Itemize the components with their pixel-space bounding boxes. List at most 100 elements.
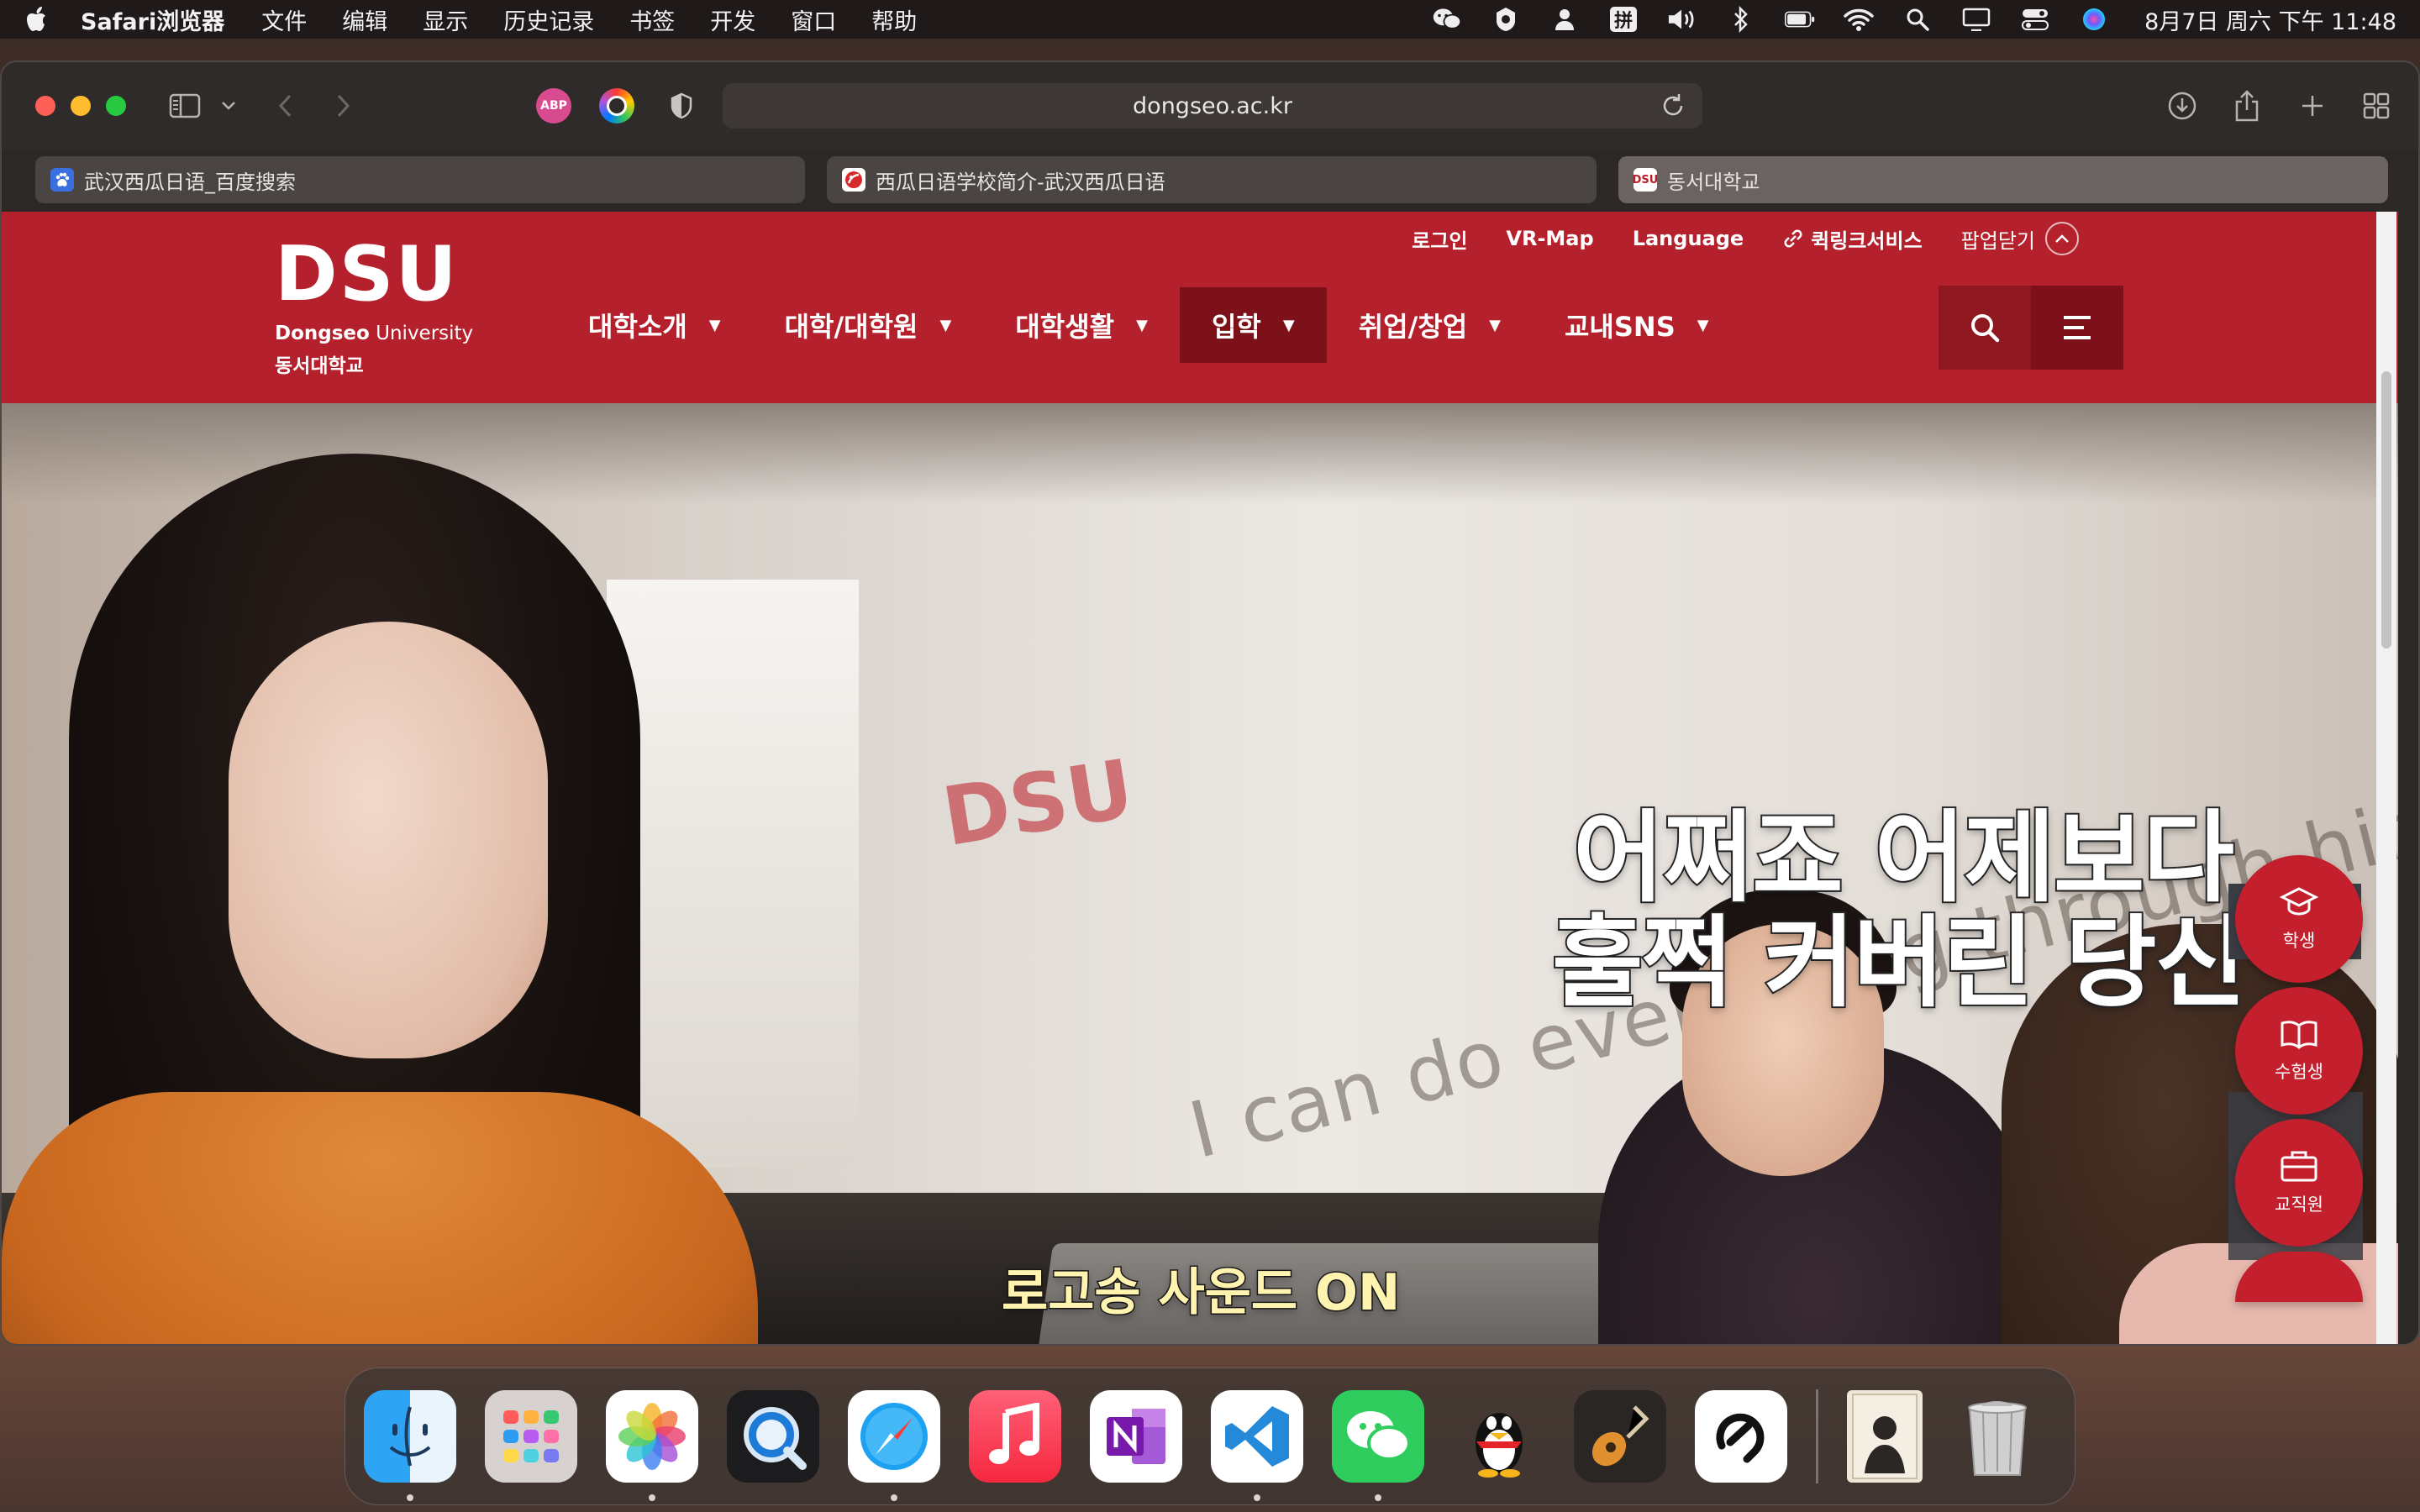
- dock-separator: [1816, 1389, 1818, 1483]
- display-icon[interactable]: [1961, 6, 1991, 33]
- window-controls: [35, 96, 126, 116]
- sidebar-toggle-icon[interactable]: [166, 87, 203, 124]
- close-window-button[interactable]: [35, 96, 55, 116]
- menu-view[interactable]: 显示: [423, 3, 468, 36]
- tab-dongseo[interactable]: DSU 동서대학교: [1618, 156, 2388, 203]
- wechat-app-icon: [1347, 1411, 1411, 1461]
- dock-onenote[interactable]: [1090, 1390, 1182, 1483]
- scrollbar-thumb[interactable]: [2381, 371, 2391, 648]
- trash-icon: [1968, 1401, 2027, 1476]
- dock-music[interactable]: [969, 1390, 1061, 1483]
- quick-student-button[interactable]: 학생: [2235, 855, 2363, 983]
- dock-trash[interactable]: [1951, 1390, 2044, 1483]
- volume-icon[interactable]: [1667, 6, 1697, 33]
- menu-bookmarks[interactable]: 书签: [629, 3, 675, 36]
- nav-item-career[interactable]: 취업/창업 ▼: [1327, 287, 1533, 363]
- bluetooth-icon[interactable]: [1726, 6, 1756, 33]
- dock-photos[interactable]: [606, 1390, 698, 1501]
- wifi-icon[interactable]: [1844, 6, 1874, 33]
- vr-map-link[interactable]: VR-Map: [1506, 227, 1593, 250]
- vscode-icon: [1225, 1406, 1289, 1467]
- dock-garageband[interactable]: [1574, 1390, 1666, 1483]
- nav-item-colleges[interactable]: 대학/대학원 ▼: [753, 287, 984, 363]
- dock-quicktime[interactable]: [727, 1390, 819, 1483]
- site-search-button[interactable]: [1939, 286, 2031, 370]
- spotlight-icon[interactable]: [1902, 6, 1933, 33]
- running-indicator: [1375, 1494, 1381, 1501]
- wechat-icon[interactable]: [1432, 6, 1462, 33]
- nav-item-about[interactable]: 대학소개 ▼: [556, 287, 753, 363]
- apple-menu-icon[interactable]: [24, 5, 52, 34]
- nav-item-campus-life[interactable]: 대학생활 ▼: [983, 287, 1180, 363]
- color-picker-icon[interactable]: [599, 88, 634, 123]
- site-menu-button[interactable]: [2031, 286, 2123, 370]
- popup-close-label: 팝업닫기: [1960, 228, 2035, 253]
- menu-edit[interactable]: 编辑: [342, 3, 387, 36]
- site-logo[interactable]: DSU Dongseo University 동서대학교: [275, 237, 476, 378]
- dock-safari[interactable]: [848, 1390, 940, 1501]
- quick-applicant-button[interactable]: 수험생: [2235, 987, 2363, 1115]
- baidu-icon: [50, 168, 74, 192]
- language-link[interactable]: Language: [1633, 227, 1744, 250]
- battery-icon[interactable]: [1785, 6, 1815, 33]
- link-icon: [1784, 229, 1802, 248]
- caret-down-icon: ▼: [1136, 316, 1148, 334]
- dock-wechat[interactable]: [1332, 1390, 1424, 1501]
- dock-clip-studio[interactable]: [1695, 1390, 1787, 1483]
- caret-down-icon: ▼: [939, 316, 952, 334]
- quicklink-service-link[interactable]: 퀵링크서비스: [1782, 224, 1923, 254]
- hero-student-sweater: [2, 1092, 758, 1344]
- hero-student-face: [229, 622, 548, 1058]
- clip-studio-icon: [1716, 1413, 1765, 1463]
- logo-english: Dongseo University: [275, 323, 474, 344]
- control-center-icon[interactable]: [2020, 6, 2050, 33]
- siri-icon[interactable]: [2079, 6, 2109, 33]
- adblock-plus-icon[interactable]: ABP: [536, 88, 571, 123]
- downloads-icon[interactable]: [2165, 87, 2199, 124]
- music-note-icon: [989, 1403, 1039, 1464]
- input-method-icon[interactable]: 拼: [1608, 6, 1639, 33]
- running-indicator: [891, 1494, 897, 1501]
- tab-xigua[interactable]: 西瓜日语学校简介-武汉西瓜日语: [827, 156, 1597, 203]
- open-book-icon: [2281, 1021, 2317, 1049]
- site-header: DSU Dongseo University 동서대학교 로그인 VR-Map …: [2, 212, 2398, 403]
- caret-down-icon: ▼: [1282, 316, 1295, 334]
- address-bar[interactable]: dongseo.ac.kr: [723, 83, 1702, 129]
- nav-item-sns[interactable]: 교내SNS ▼: [1533, 287, 1741, 363]
- nav-item-admissions[interactable]: 입학 ▼: [1179, 287, 1327, 363]
- reload-icon[interactable]: [1659, 92, 1687, 120]
- dock: [345, 1368, 2075, 1505]
- back-icon[interactable]: [272, 87, 297, 124]
- dock-vscode[interactable]: [1211, 1390, 1303, 1501]
- user-icon[interactable]: [1549, 6, 1580, 33]
- menu-file[interactable]: 文件: [261, 3, 307, 36]
- new-tab-icon[interactable]: [2296, 87, 2329, 124]
- dock-launchpad[interactable]: [485, 1390, 577, 1483]
- tab-overview-icon[interactable]: [2360, 87, 2393, 124]
- app-menu-safari[interactable]: Safari浏览器: [81, 3, 224, 36]
- hero-video[interactable]: DSU I can do everything through him who …: [2, 403, 2398, 1344]
- share-icon[interactable]: [2230, 87, 2264, 124]
- menu-history[interactable]: 历史记录: [503, 3, 594, 36]
- privacy-shield-icon[interactable]: [664, 88, 699, 123]
- search-icon: [1971, 314, 2000, 343]
- quick-staff-button[interactable]: 교직원: [2235, 1119, 2363, 1247]
- menubar-clock[interactable]: 8月7日 周六 下午 11:48: [2144, 3, 2396, 36]
- minimize-window-button[interactable]: [71, 96, 91, 116]
- dock-qq[interactable]: [1453, 1390, 1545, 1483]
- tab-baidu[interactable]: 武汉西瓜日语_百度搜索: [35, 156, 805, 203]
- popup-close-button[interactable]: 팝업닫기: [1961, 222, 2079, 255]
- forward-icon[interactable]: [331, 87, 356, 124]
- zoom-window-button[interactable]: [106, 96, 126, 116]
- menu-help[interactable]: 帮助: [871, 3, 917, 36]
- page-scrollbar[interactable]: [2376, 212, 2396, 1344]
- menu-window[interactable]: 窗口: [791, 3, 836, 36]
- caret-down-icon: ▼: [1489, 316, 1501, 334]
- adblock-plus-label: ABP: [540, 99, 567, 113]
- dock-finder[interactable]: [364, 1390, 456, 1501]
- menu-develop[interactable]: 开发: [710, 3, 755, 36]
- login-link[interactable]: 로그인: [1412, 224, 1467, 254]
- dock-downloads-stack[interactable]: [1847, 1390, 1923, 1483]
- chevron-down-icon[interactable]: [218, 87, 239, 124]
- shield-status-icon[interactable]: [1491, 6, 1521, 33]
